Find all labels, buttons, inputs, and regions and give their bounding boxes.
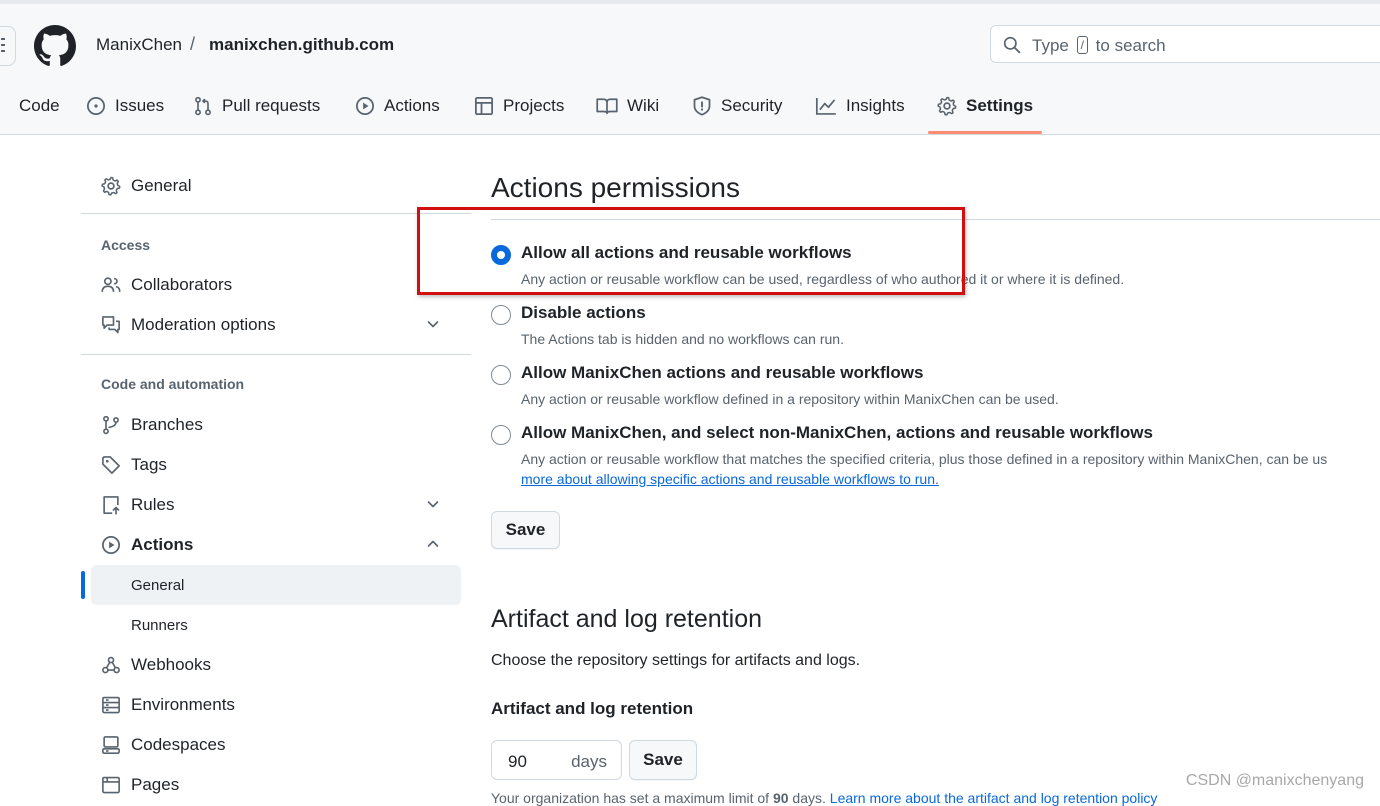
graph-icon <box>815 96 837 116</box>
annotation-highlight-box <box>417 207 965 295</box>
repo-name-link[interactable]: manixchen.github.com <box>209 35 394 55</box>
sidebar-item-pages[interactable]: Pages <box>81 765 461 805</box>
tag-icon <box>101 455 121 475</box>
server-icon <box>101 695 121 715</box>
tab-settings[interactable]: Settings <box>937 84 1033 128</box>
sidebar-item-rules[interactable]: Rules <box>81 485 461 525</box>
sidebar-heading-code-automation: Code and automation <box>101 376 245 392</box>
radio-disable-actions[interactable] <box>491 305 511 325</box>
save-retention-button[interactable]: Save <box>629 740 697 780</box>
sidebar-heading-access: Access <box>101 237 151 253</box>
play-icon <box>101 535 121 555</box>
search-input[interactable]: Type / to search <box>990 25 1380 63</box>
table-icon <box>474 96 494 116</box>
sidebar-item-tags[interactable]: Tags <box>81 445 461 485</box>
people-icon <box>101 275 121 295</box>
tab-code[interactable]: Code <box>0 84 60 128</box>
git-pull-request-icon <box>193 96 213 116</box>
sidebar-item-codespaces[interactable]: Codespaces <box>81 725 461 765</box>
tab-insights[interactable]: Insights <box>815 84 905 128</box>
top-border <box>0 0 1380 4</box>
chevron-down-icon[interactable] <box>425 316 441 332</box>
sidebar-item-environments[interactable]: Environments <box>81 685 461 725</box>
sidebar-subitem-actions-runners[interactable]: Runners <box>91 605 461 645</box>
browser-icon <box>101 775 121 795</box>
webhook-icon <box>101 655 121 675</box>
page-title: Actions permissions <box>491 172 740 203</box>
chevron-up-icon[interactable] <box>425 536 441 552</box>
sidebar-divider <box>81 213 471 214</box>
retention-footnote: Your organization has set a maximum limi… <box>491 790 1158 806</box>
sidebar-divider <box>81 354 471 355</box>
tab-issues[interactable]: Issues <box>86 84 164 128</box>
breadcrumb-separator: / <box>190 34 196 54</box>
gear-icon <box>101 176 121 196</box>
repo-tabs: Code Issues Pull requests Actions Projec… <box>0 84 1380 134</box>
shield-icon <box>692 96 712 116</box>
tab-wiki[interactable]: Wiki <box>596 84 659 128</box>
search-placeholder: Type / to search <box>1032 36 1166 55</box>
sidebar-item-collaborators[interactable]: Collaborators <box>81 265 461 305</box>
learn-more-link[interactable]: more about allowing specific actions and… <box>521 471 939 487</box>
chevron-down-icon[interactable] <box>425 496 441 512</box>
book-icon <box>596 96 618 116</box>
tab-projects[interactable]: Projects <box>474 84 564 128</box>
sidebar-item-branches[interactable]: Branches <box>81 405 461 445</box>
git-branch-icon <box>101 415 121 435</box>
active-tab-underline <box>928 131 1042 134</box>
repo-header: ManixChen / manixchen.github.com Type / … <box>0 0 1380 135</box>
tab-pull-requests[interactable]: Pull requests <box>193 84 320 128</box>
sidebar-subitem-actions-general[interactable]: General <box>91 565 461 605</box>
hamburger-menu-button[interactable] <box>0 26 16 66</box>
gear-icon <box>937 96 957 116</box>
comment-discussion-icon <box>101 315 121 335</box>
retention-days-input[interactable]: 90 days <box>491 740 622 780</box>
github-logo-icon[interactable] <box>34 25 76 67</box>
sidebar-item-moderation-options[interactable]: Moderation options <box>81 305 461 345</box>
retention-policy-link[interactable]: Learn more about the artifact and log re… <box>830 790 1158 806</box>
watermark: CSDN @manixchenyang <box>1185 772 1364 789</box>
save-permissions-button[interactable]: Save <box>491 511 560 549</box>
slash-key-hint: / <box>1076 36 1088 54</box>
codespaces-icon <box>101 735 121 755</box>
search-icon <box>1003 36 1021 54</box>
issue-opened-icon <box>86 96 106 116</box>
sidebar-item-webhooks[interactable]: Webhooks <box>81 645 461 685</box>
radio-allow-owner-actions[interactable] <box>491 365 511 385</box>
retention-description: Choose the repository settings for artif… <box>491 652 861 669</box>
radio-allow-select-actions[interactable] <box>491 425 511 445</box>
repo-push-icon <box>101 495 121 515</box>
sidebar-item-actions[interactable]: Actions <box>81 525 461 565</box>
code-icon <box>0 97 10 115</box>
tab-security[interactable]: Security <box>692 84 782 128</box>
active-indicator <box>81 571 85 599</box>
retention-subheading: Artifact and log retention <box>491 699 694 718</box>
repo-owner-link[interactable]: ManixChen <box>96 35 182 55</box>
play-icon <box>355 96 375 116</box>
sidebar-item-general[interactable]: General <box>81 166 461 206</box>
tab-actions[interactable]: Actions <box>355 84 440 128</box>
retention-title: Artifact and log retention <box>491 605 762 633</box>
